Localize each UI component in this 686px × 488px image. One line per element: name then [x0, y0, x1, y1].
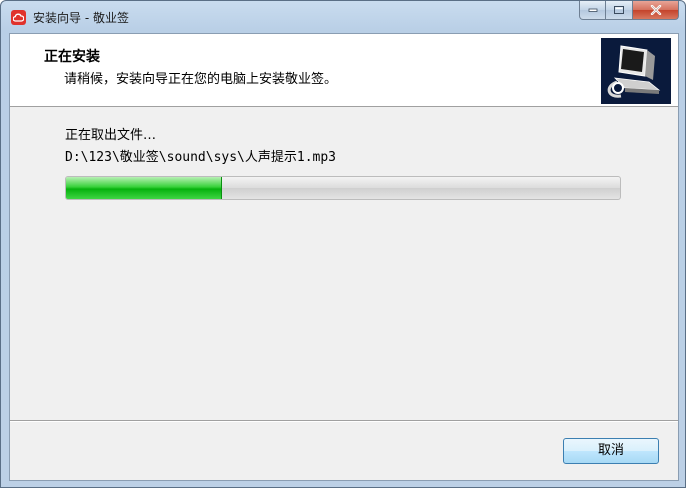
minimize-button[interactable] — [579, 1, 606, 20]
cancel-button[interactable]: 取消 — [563, 438, 659, 464]
title-bar[interactable]: 安装向导 - 敬业签 — [1, 1, 685, 33]
page-subtitle: 请稍候，安装向导正在您的电脑上安装敬业签。 — [64, 72, 338, 87]
caption-buttons — [579, 1, 679, 21]
installer-client-area: 正在安装 请稍候，安装向导正在您的电脑上安装敬业签。 正在取出文件… D:\12… — [9, 33, 679, 481]
app-cloud-icon — [11, 10, 26, 25]
install-progress-bar — [65, 176, 621, 200]
close-button[interactable] — [633, 1, 679, 20]
progress-fill — [66, 177, 223, 199]
current-file-path: D:\123\敬业签\sound\sys\人声提示1.mp3 — [65, 150, 337, 165]
minimize-icon — [588, 8, 597, 12]
installer-computer-icon — [601, 38, 671, 104]
maximize-icon — [614, 6, 624, 14]
maximize-button[interactable] — [606, 1, 633, 20]
footer-divider — [10, 420, 678, 422]
close-icon — [650, 5, 661, 15]
installer-header: 正在安装 请稍候，安装向导正在您的电脑上安装敬业签。 — [10, 34, 678, 107]
install-status-text: 正在取出文件… — [65, 128, 157, 143]
window-title: 安装向导 - 敬业签 — [33, 11, 129, 25]
installer-window: 安装向导 - 敬业签 正在安装 请稍候，安装向导正在您的电脑上安装敬业签。 正在… — [0, 0, 686, 488]
page-title: 正在安装 — [44, 49, 100, 65]
